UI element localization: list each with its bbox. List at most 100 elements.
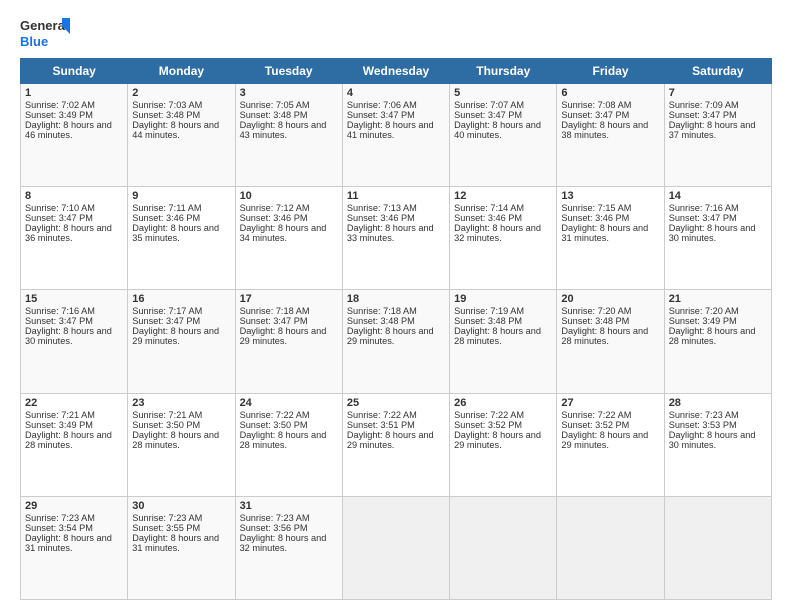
sunrise: Sunrise: 7:22 AM [240, 410, 310, 420]
calendar-cell: 28Sunrise: 7:23 AMSunset: 3:53 PMDayligh… [664, 393, 771, 496]
sunrise: Sunrise: 7:19 AM [454, 306, 524, 316]
week-row-1: 1Sunrise: 7:02 AMSunset: 3:49 PMDaylight… [21, 84, 772, 187]
daylight: Daylight: 8 hours and 28 minutes. [132, 430, 219, 450]
day-number: 21 [669, 293, 767, 305]
day-number: 5 [454, 87, 552, 99]
header: General Blue [20, 16, 772, 52]
sunrise: Sunrise: 7:02 AM [25, 100, 95, 110]
svg-text:General: General [20, 18, 68, 33]
day-number: 2 [132, 87, 230, 99]
sunset: Sunset: 3:46 PM [240, 213, 308, 223]
calendar-cell: 31Sunrise: 7:23 AMSunset: 3:56 PMDayligh… [235, 496, 342, 599]
sunrise: Sunrise: 7:23 AM [132, 513, 202, 523]
calendar-cell: 29Sunrise: 7:23 AMSunset: 3:54 PMDayligh… [21, 496, 128, 599]
sunrise: Sunrise: 7:23 AM [240, 513, 310, 523]
daylight: Daylight: 8 hours and 32 minutes. [240, 533, 327, 553]
header-row: SundayMondayTuesdayWednesdayThursdayFrid… [21, 59, 772, 84]
sunset: Sunset: 3:52 PM [561, 420, 629, 430]
daylight: Daylight: 8 hours and 30 minutes. [669, 223, 756, 243]
calendar-cell: 3Sunrise: 7:05 AMSunset: 3:48 PMDaylight… [235, 84, 342, 187]
col-header-tuesday: Tuesday [235, 59, 342, 84]
sunset: Sunset: 3:46 PM [132, 213, 200, 223]
sunset: Sunset: 3:47 PM [25, 213, 93, 223]
calendar-cell: 21Sunrise: 7:20 AMSunset: 3:49 PMDayligh… [664, 290, 771, 393]
daylight: Daylight: 8 hours and 28 minutes. [25, 430, 112, 450]
sunrise: Sunrise: 7:23 AM [25, 513, 95, 523]
day-number: 22 [25, 397, 123, 409]
week-row-2: 8Sunrise: 7:10 AMSunset: 3:47 PMDaylight… [21, 187, 772, 290]
sunset: Sunset: 3:47 PM [347, 110, 415, 120]
logo-svg: General Blue [20, 16, 70, 52]
col-header-thursday: Thursday [450, 59, 557, 84]
calendar-cell: 5Sunrise: 7:07 AMSunset: 3:47 PMDaylight… [450, 84, 557, 187]
daylight: Daylight: 8 hours and 31 minutes. [132, 533, 219, 553]
day-number: 6 [561, 87, 659, 99]
sunset: Sunset: 3:47 PM [25, 316, 93, 326]
daylight: Daylight: 8 hours and 29 minutes. [561, 430, 648, 450]
calendar-cell: 30Sunrise: 7:23 AMSunset: 3:55 PMDayligh… [128, 496, 235, 599]
daylight: Daylight: 8 hours and 28 minutes. [454, 326, 541, 346]
calendar-cell: 1Sunrise: 7:02 AMSunset: 3:49 PMDaylight… [21, 84, 128, 187]
calendar-cell: 25Sunrise: 7:22 AMSunset: 3:51 PMDayligh… [342, 393, 449, 496]
daylight: Daylight: 8 hours and 36 minutes. [25, 223, 112, 243]
day-number: 9 [132, 190, 230, 202]
logo: General Blue [20, 16, 70, 52]
day-number: 8 [25, 190, 123, 202]
sunset: Sunset: 3:48 PM [240, 110, 308, 120]
calendar-cell: 26Sunrise: 7:22 AMSunset: 3:52 PMDayligh… [450, 393, 557, 496]
sunrise: Sunrise: 7:22 AM [561, 410, 631, 420]
sunrise: Sunrise: 7:03 AM [132, 100, 202, 110]
sunset: Sunset: 3:54 PM [25, 523, 93, 533]
daylight: Daylight: 8 hours and 37 minutes. [669, 120, 756, 140]
sunset: Sunset: 3:49 PM [25, 110, 93, 120]
sunset: Sunset: 3:55 PM [132, 523, 200, 533]
daylight: Daylight: 8 hours and 31 minutes. [561, 223, 648, 243]
day-number: 11 [347, 190, 445, 202]
calendar-page: General Blue SundayMondayTuesdayWednesda… [0, 0, 792, 612]
daylight: Daylight: 8 hours and 41 minutes. [347, 120, 434, 140]
daylight: Daylight: 8 hours and 30 minutes. [669, 430, 756, 450]
day-number: 16 [132, 293, 230, 305]
sunset: Sunset: 3:48 PM [561, 316, 629, 326]
sunset: Sunset: 3:47 PM [240, 316, 308, 326]
sunrise: Sunrise: 7:18 AM [240, 306, 310, 316]
sunset: Sunset: 3:47 PM [669, 213, 737, 223]
day-number: 29 [25, 500, 123, 512]
sunrise: Sunrise: 7:14 AM [454, 203, 524, 213]
daylight: Daylight: 8 hours and 34 minutes. [240, 223, 327, 243]
daylight: Daylight: 8 hours and 29 minutes. [347, 430, 434, 450]
sunset: Sunset: 3:47 PM [669, 110, 737, 120]
week-row-5: 29Sunrise: 7:23 AMSunset: 3:54 PMDayligh… [21, 496, 772, 599]
svg-text:Blue: Blue [20, 34, 48, 49]
daylight: Daylight: 8 hours and 32 minutes. [454, 223, 541, 243]
calendar-cell: 2Sunrise: 7:03 AMSunset: 3:48 PMDaylight… [128, 84, 235, 187]
calendar-cell: 20Sunrise: 7:20 AMSunset: 3:48 PMDayligh… [557, 290, 664, 393]
sunset: Sunset: 3:56 PM [240, 523, 308, 533]
sunrise: Sunrise: 7:07 AM [454, 100, 524, 110]
calendar-cell: 24Sunrise: 7:22 AMSunset: 3:50 PMDayligh… [235, 393, 342, 496]
daylight: Daylight: 8 hours and 46 minutes. [25, 120, 112, 140]
sunset: Sunset: 3:48 PM [132, 110, 200, 120]
calendar-cell: 8Sunrise: 7:10 AMSunset: 3:47 PMDaylight… [21, 187, 128, 290]
daylight: Daylight: 8 hours and 29 minutes. [454, 430, 541, 450]
sunrise: Sunrise: 7:11 AM [132, 203, 201, 213]
day-number: 25 [347, 397, 445, 409]
week-row-4: 22Sunrise: 7:21 AMSunset: 3:49 PMDayligh… [21, 393, 772, 496]
calendar-cell [342, 496, 449, 599]
sunset: Sunset: 3:50 PM [132, 420, 200, 430]
sunset: Sunset: 3:50 PM [240, 420, 308, 430]
sunrise: Sunrise: 7:16 AM [25, 306, 95, 316]
day-number: 13 [561, 190, 659, 202]
sunrise: Sunrise: 7:20 AM [561, 306, 631, 316]
daylight: Daylight: 8 hours and 28 minutes. [669, 326, 756, 346]
sunrise: Sunrise: 7:21 AM [132, 410, 202, 420]
calendar-cell: 10Sunrise: 7:12 AMSunset: 3:46 PMDayligh… [235, 187, 342, 290]
calendar-cell: 22Sunrise: 7:21 AMSunset: 3:49 PMDayligh… [21, 393, 128, 496]
sunset: Sunset: 3:48 PM [347, 316, 415, 326]
day-number: 26 [454, 397, 552, 409]
calendar-cell: 4Sunrise: 7:06 AMSunset: 3:47 PMDaylight… [342, 84, 449, 187]
calendar-cell: 9Sunrise: 7:11 AMSunset: 3:46 PMDaylight… [128, 187, 235, 290]
calendar-cell: 13Sunrise: 7:15 AMSunset: 3:46 PMDayligh… [557, 187, 664, 290]
sunrise: Sunrise: 7:22 AM [347, 410, 417, 420]
calendar-cell: 19Sunrise: 7:19 AMSunset: 3:48 PMDayligh… [450, 290, 557, 393]
